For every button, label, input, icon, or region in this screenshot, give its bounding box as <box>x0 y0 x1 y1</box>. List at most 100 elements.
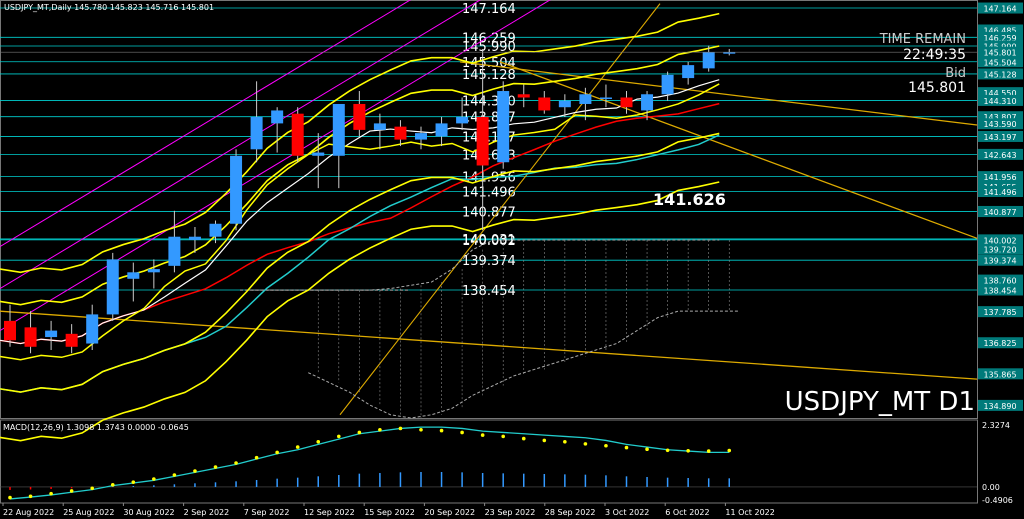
price-axis-label: 134.890 <box>983 402 1016 411</box>
level-label: 139.374 <box>462 254 516 269</box>
date-label: 6 Oct 2022 <box>665 508 709 517</box>
highlight-price-label: 141.626 <box>653 190 726 209</box>
macd-signal-dot <box>706 449 711 453</box>
price-axis-label: 139.720 <box>983 246 1016 255</box>
candle-body <box>127 272 140 279</box>
macd-signal-dot <box>480 433 485 437</box>
price-axis-label: 136.825 <box>983 339 1016 348</box>
date-label: 2 Sep 2022 <box>184 508 230 517</box>
symbol-watermark: USDJPY_MT D1 <box>785 387 975 417</box>
price-axis-label: 147.164 <box>983 5 1016 14</box>
price-axis-label: 143.590 <box>983 120 1016 129</box>
macd-signal-dot <box>337 434 341 439</box>
bid-label: Bid <box>945 66 966 81</box>
candle-body <box>168 236 181 266</box>
price-axis-label: 144.310 <box>983 97 1016 106</box>
macd-signal-dot <box>542 438 547 443</box>
date-label: 20 Sep 2022 <box>424 508 475 517</box>
macd-signal-dot <box>645 447 649 452</box>
price-axis-label: 142.643 <box>983 151 1016 160</box>
date-label: 11 Oct 2022 <box>725 508 774 517</box>
macd-signal-dot <box>686 448 690 453</box>
candle-body <box>271 110 284 124</box>
macd-signal-dot <box>501 434 506 439</box>
price-axis-label: 137.785 <box>983 308 1016 317</box>
macd-signal-dot <box>419 427 423 432</box>
macd-signal-dot <box>521 436 526 441</box>
candle-body <box>620 97 633 108</box>
macd-signal-dot <box>357 430 362 435</box>
price-axis-label: 138.760 <box>983 277 1016 286</box>
candle-body <box>291 113 304 156</box>
macd-signal-dot <box>378 427 382 432</box>
date-label: 12 Sep 2022 <box>304 508 355 517</box>
price-axis-label: 145.128 <box>983 70 1016 79</box>
macd-signal-dot <box>665 448 670 453</box>
candle-body <box>332 103 345 156</box>
macd-signal-dot <box>69 489 74 493</box>
macd-signal-dot <box>131 480 136 484</box>
macd-main-line <box>9 426 730 500</box>
candle-body <box>86 314 99 344</box>
macd-signal-dot <box>439 428 444 433</box>
candle-body <box>641 94 654 111</box>
candle-body <box>188 236 201 240</box>
macd-signal-dot <box>583 442 588 446</box>
date-label: 22 Aug 2022 <box>3 508 54 517</box>
macd-signal-dot <box>28 494 33 499</box>
price-axis-label: 145.504 <box>983 58 1016 67</box>
candle-body <box>230 155 243 224</box>
bid-value: 145.801 <box>908 80 966 96</box>
macd-signal-dot <box>90 486 94 491</box>
candle-body <box>65 333 78 347</box>
trend-line-resistance <box>459 61 978 126</box>
macd-signal-dot <box>398 426 403 431</box>
candle-body <box>106 259 119 315</box>
candle-body <box>661 74 674 95</box>
envelope-band-0 <box>0 12 720 274</box>
price-chart[interactable]: 147.164146.259145.990145.504145.128144.3… <box>0 0 1024 519</box>
macd-signal-dot <box>460 430 464 435</box>
time-remain-value: 22:49:35 <box>903 47 966 63</box>
macd-signal-dot <box>152 477 156 481</box>
price-axis-label: 140.877 <box>983 208 1016 217</box>
macd-label: MACD(12,26,9) 1.3098 1.3743 0.0000 -0.06… <box>3 423 189 432</box>
date-label: 25 Aug 2022 <box>63 508 114 517</box>
macd-signal-dot <box>624 445 629 450</box>
level-label: 147.164 <box>462 2 516 17</box>
level-label: 141.496 <box>462 186 516 201</box>
price-axis-label: 143.197 <box>983 133 1016 142</box>
trend-line-support <box>0 310 978 380</box>
candle-body <box>682 65 695 79</box>
macd-signal-dot <box>172 473 177 477</box>
macd-signal-dot <box>316 439 321 444</box>
macd-signal-dot <box>295 445 300 449</box>
chart-symbol-header: USDJPY_MT,Daily 145.780 145.823 145.716 … <box>4 3 214 12</box>
price-axis-label: 138.454 <box>983 286 1016 295</box>
candle-body <box>579 94 592 104</box>
price-axis-label: 139.374 <box>983 257 1016 266</box>
candle-body <box>373 123 386 130</box>
macd-signal-dot <box>254 455 259 460</box>
candle-body <box>394 126 407 140</box>
date-label: 3 Oct 2022 <box>605 508 649 517</box>
macd-signal-dot <box>234 461 238 465</box>
candle-body <box>538 97 551 111</box>
macd-signal-dot <box>604 443 608 448</box>
date-label: 28 Sep 2022 <box>545 508 596 517</box>
macd-signal-dot <box>193 469 197 473</box>
candle-body <box>24 327 37 347</box>
candle-body <box>415 133 427 140</box>
candle-body <box>456 116 469 124</box>
macd-signal-dot <box>213 465 218 469</box>
candle-body <box>353 103 366 130</box>
date-label: 30 Aug 2022 <box>123 508 174 517</box>
macd-signal-dot <box>563 439 567 444</box>
price-axis-label: 135.865 <box>983 370 1016 379</box>
candle-body <box>435 123 448 137</box>
date-label: 23 Sep 2022 <box>485 508 536 517</box>
level-label: 145.128 <box>462 68 516 83</box>
candle-body <box>312 152 325 156</box>
candle-body <box>250 116 263 150</box>
level-label: 140.877 <box>462 206 516 221</box>
